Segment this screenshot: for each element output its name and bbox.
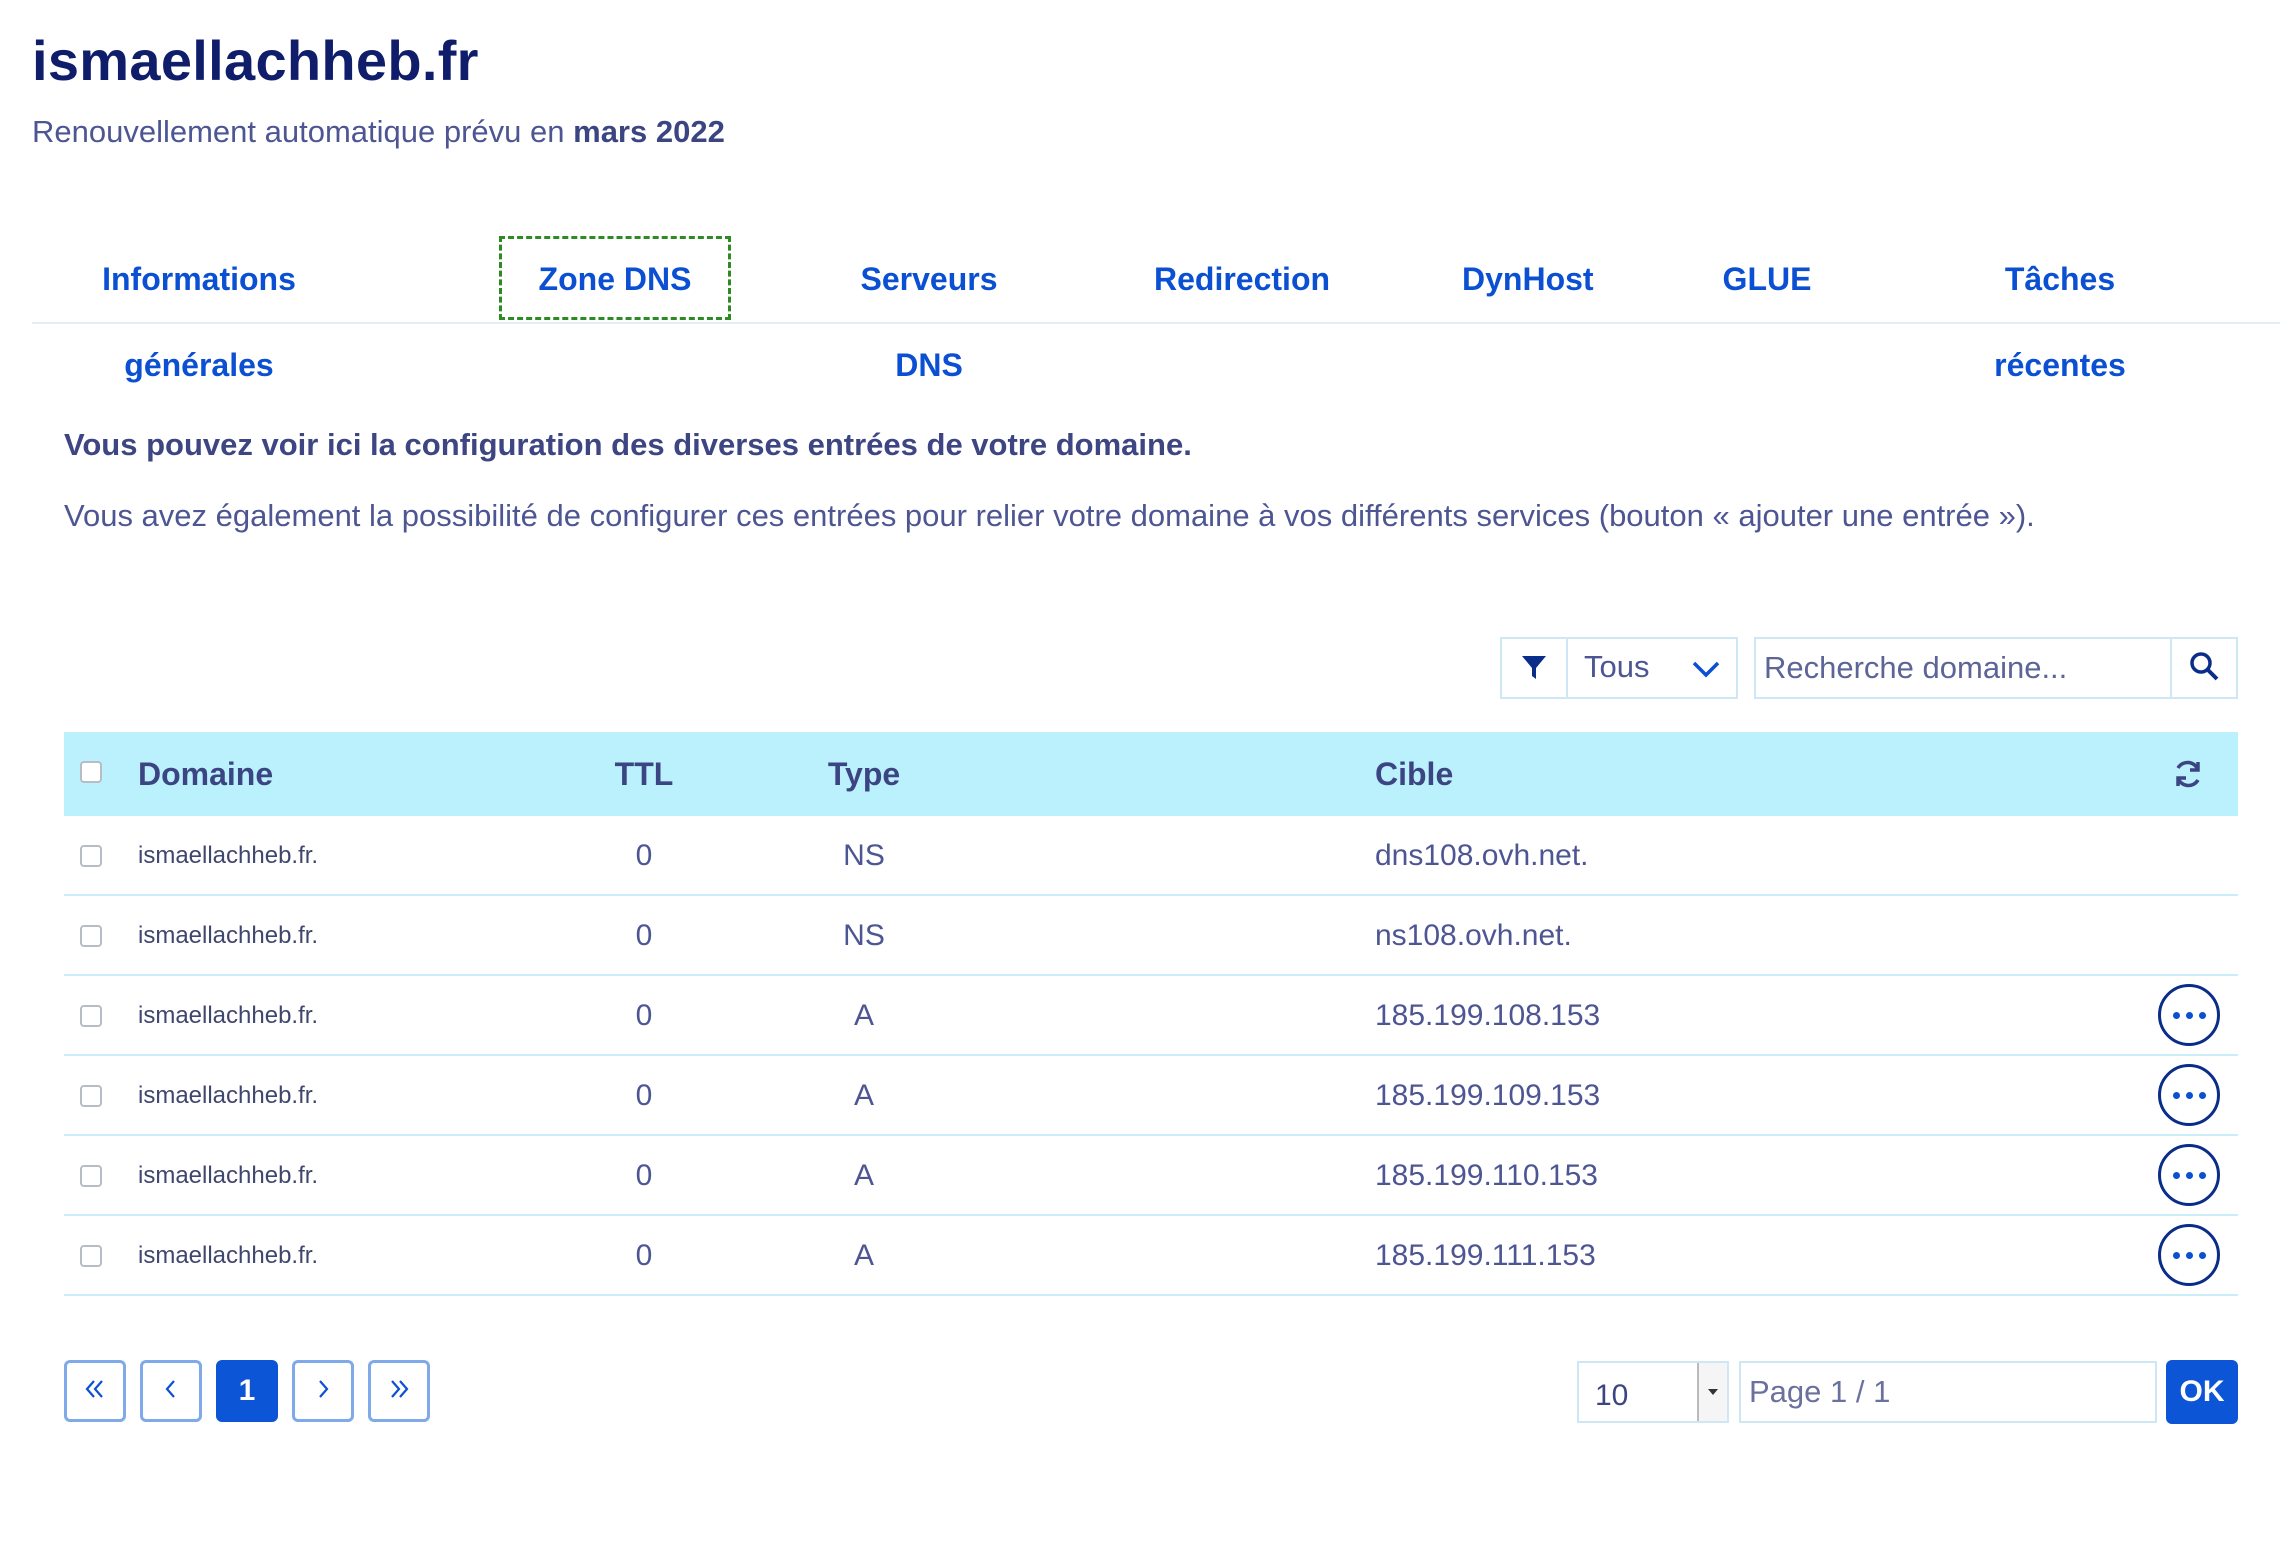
row-type: A [853,1159,874,1192]
refresh-icon[interactable] [2172,758,2204,795]
tab-bar: Informations générales Zone DNS Serveurs… [32,236,2280,383]
row-target: dns108.ovh.net. [1375,839,1589,872]
row-actions-button[interactable] [2158,1144,2220,1206]
more-dot-icon [2185,1091,2193,1099]
row-domain: ismaellachheb.fr. [138,1082,319,1109]
row-domain: ismaellachheb.fr. [138,1002,319,1029]
filter-value: Tous [1584,649,1650,684]
row-domain: ismaellachheb.fr. [138,842,319,869]
column-header-type: Type [827,756,901,792]
more-dot-icon [2172,1171,2180,1179]
table-row: ismaellachheb.fr. 0 A 185.199.109.153 [64,1056,2238,1136]
row-ttl: 0 [635,919,653,952]
row-target: 185.199.111.153 [1375,1239,1596,1272]
table-row: ismaellachheb.fr. 0 NS dns108.ovh.net. [64,816,2238,896]
column-header-ttl: TTL [614,756,674,792]
tab-dynhost[interactable]: DynHost [1462,236,1594,322]
row-domain: ismaellachheb.fr. [138,1162,319,1189]
row-checkbox[interactable] [80,925,102,947]
previous-page-button[interactable] [140,1360,202,1422]
row-checkbox[interactable] [80,1005,102,1027]
double-chevron-left-icon [82,1376,108,1407]
search-button[interactable] [2170,639,2236,697]
tab-serveurs-dns[interactable]: Serveurs DNS [824,236,1034,383]
filter-icon [1502,639,1568,697]
column-header-domain: Domaine [138,756,274,792]
row-type: NS [843,839,885,872]
renewal-date: mars 2022 [573,114,725,149]
domain-search [1754,637,2238,699]
more-dot-icon [2185,1011,2193,1019]
first-page-button[interactable] [64,1360,126,1422]
row-ttl: 0 [635,1239,653,1272]
row-type: A [853,1079,874,1112]
tab-zone-dns[interactable]: Zone DNS [499,236,731,320]
table-row: ismaellachheb.fr. 0 A 185.199.110.153 [64,1136,2238,1216]
row-checkbox[interactable] [80,845,102,867]
more-dot-icon [2172,1091,2180,1099]
row-domain: ismaellachheb.fr. [138,922,319,949]
more-dot-icon [2172,1011,2180,1019]
table-row: ismaellachheb.fr. 0 A 185.199.108.153 [64,976,2238,1056]
page-number-input[interactable] [1741,1363,2155,1421]
page-number-field [1739,1361,2157,1423]
intro-heading: Vous pouvez voir ici la configuration de… [64,427,1192,462]
table-header: Domaine TTL Type Cible [64,732,2238,816]
search-icon [2189,651,2219,686]
double-chevron-right-icon [386,1376,412,1407]
row-target: 185.199.109.153 [1375,1079,1601,1112]
more-dot-icon [2198,1251,2206,1259]
more-dot-icon [2185,1171,2193,1179]
row-ttl: 0 [635,839,653,872]
go-to-page-button[interactable]: OK [2166,1360,2238,1424]
per-page-value: 10 [1595,1379,1629,1412]
row-actions-button[interactable] [2158,1064,2220,1126]
more-dot-icon [2198,1011,2206,1019]
next-page-button[interactable] [292,1360,354,1422]
row-domain: ismaellachheb.fr. [138,1242,319,1269]
row-checkbox[interactable] [80,1085,102,1107]
renewal-info: Renouvellement automatique prévu en mars… [32,114,725,150]
page-button-current[interactable]: 1 [216,1360,278,1422]
chevron-down-icon [1690,653,1722,690]
dropdown-arrow-icon [1697,1363,1727,1421]
row-actions-button[interactable] [2158,984,2220,1046]
row-type: NS [843,919,885,952]
type-filter-select[interactable]: Tous [1500,637,1738,699]
row-actions-button[interactable] [2158,1224,2220,1286]
row-type: A [853,999,874,1032]
row-checkbox[interactable] [80,1165,102,1187]
tab-redirection[interactable]: Redirection [1154,236,1330,322]
more-dot-icon [2198,1091,2206,1099]
last-page-button[interactable] [368,1360,430,1422]
chevron-left-icon [158,1376,184,1407]
chevron-right-icon [310,1376,336,1407]
tab-taches-recentes[interactable]: Tâches récentes [1940,236,2180,383]
column-header-target: Cible [1375,756,1454,792]
row-type: A [853,1239,874,1272]
tab-glue[interactable]: GLUE [1722,236,1812,322]
row-ttl: 0 [635,999,653,1032]
row-ttl: 0 [635,1079,653,1112]
dns-records-table: Domaine TTL Type Cible ismaellachheb.fr.… [64,732,2238,1296]
renewal-prefix: Renouvellement automatique prévu en [32,114,574,149]
page-title: ismaellachheb.fr [32,29,479,92]
row-ttl: 0 [635,1159,653,1192]
tab-informations-generales[interactable]: Informations générales [54,236,344,383]
more-dot-icon [2172,1251,2180,1259]
select-all-checkbox[interactable] [80,761,102,783]
per-page-select[interactable]: 10 [1577,1361,1729,1423]
search-input[interactable] [1756,639,2176,697]
row-checkbox[interactable] [80,1245,102,1267]
row-target: 185.199.108.153 [1375,999,1601,1032]
more-dot-icon [2198,1171,2206,1179]
intro-description: Vous avez également la possibilité de co… [64,498,2035,533]
more-dot-icon [2185,1251,2193,1259]
row-target: ns108.ovh.net. [1375,919,1572,952]
table-row: ismaellachheb.fr. 0 A 185.199.111.153 [64,1216,2238,1296]
table-row: ismaellachheb.fr. 0 NS ns108.ovh.net. [64,896,2238,976]
row-target: 185.199.110.153 [1375,1159,1598,1192]
